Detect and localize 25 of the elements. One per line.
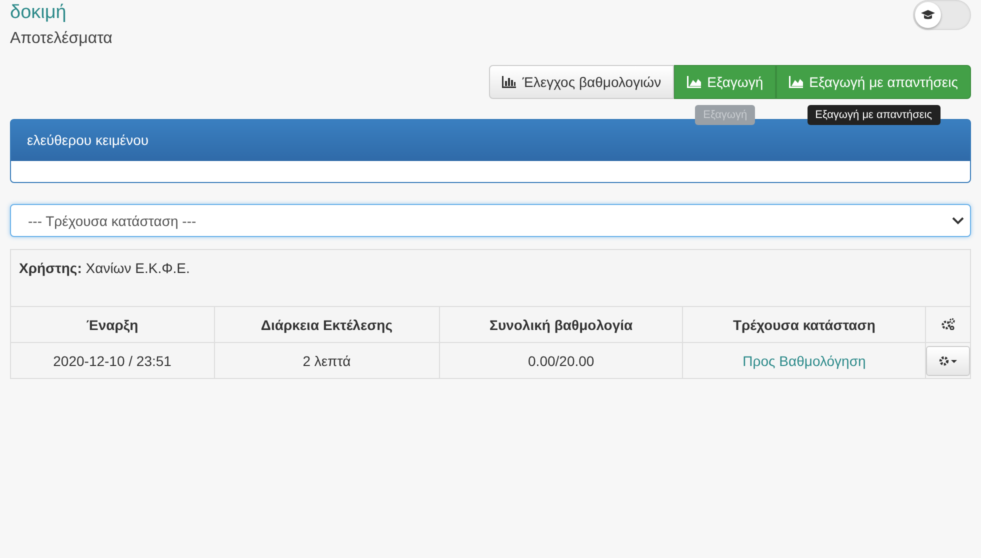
toolbar-button[interactable]: Έλεγχος βαθμολογιών <box>489 65 674 99</box>
chevron-down-icon <box>952 216 964 224</box>
status-dropdown[interactable]: --- Τρέχουσα κατάσταση --- <box>10 204 971 237</box>
column-header: Συνολική βαθμολογία <box>439 306 683 342</box>
page-title: δοκιμή <box>10 1 68 25</box>
area-chart-icon <box>687 76 702 88</box>
toggle-switch[interactable] <box>913 0 971 30</box>
page-subtitle: Αποτελέσματα <box>10 30 112 48</box>
table-cell: 2020-12-10 / 23:51 <box>53 352 172 368</box>
panel-title: ελεύθερου κειμένου <box>27 132 149 148</box>
row-actions-button[interactable] <box>926 346 970 376</box>
toolbar-button[interactable]: Εξαγωγή <box>674 65 776 99</box>
gears-icon <box>941 318 955 330</box>
table-cell: 2 λεπτά <box>302 352 351 368</box>
graduation-cap-icon <box>921 9 935 21</box>
column-header: Έναρξη <box>11 306 214 342</box>
user-line: Χρήστης: Χανίων Ε.Κ.Φ.Ε. <box>18 259 191 278</box>
column-header: Τρέχουσα κατάσταση <box>682 306 926 342</box>
bar-chart-icon <box>502 76 516 88</box>
area-chart-icon <box>789 76 804 88</box>
gear-caret-icon <box>938 354 958 366</box>
toolbar-button[interactable]: Εξαγωγή με απαντήσεις <box>776 65 971 99</box>
table-cell: 0.00/20.00 <box>528 352 594 368</box>
tooltip: Εξαγωγή με απαντήσεις <box>807 105 940 125</box>
column-header: Διάρκεια Εκτέλεσης <box>214 306 440 342</box>
